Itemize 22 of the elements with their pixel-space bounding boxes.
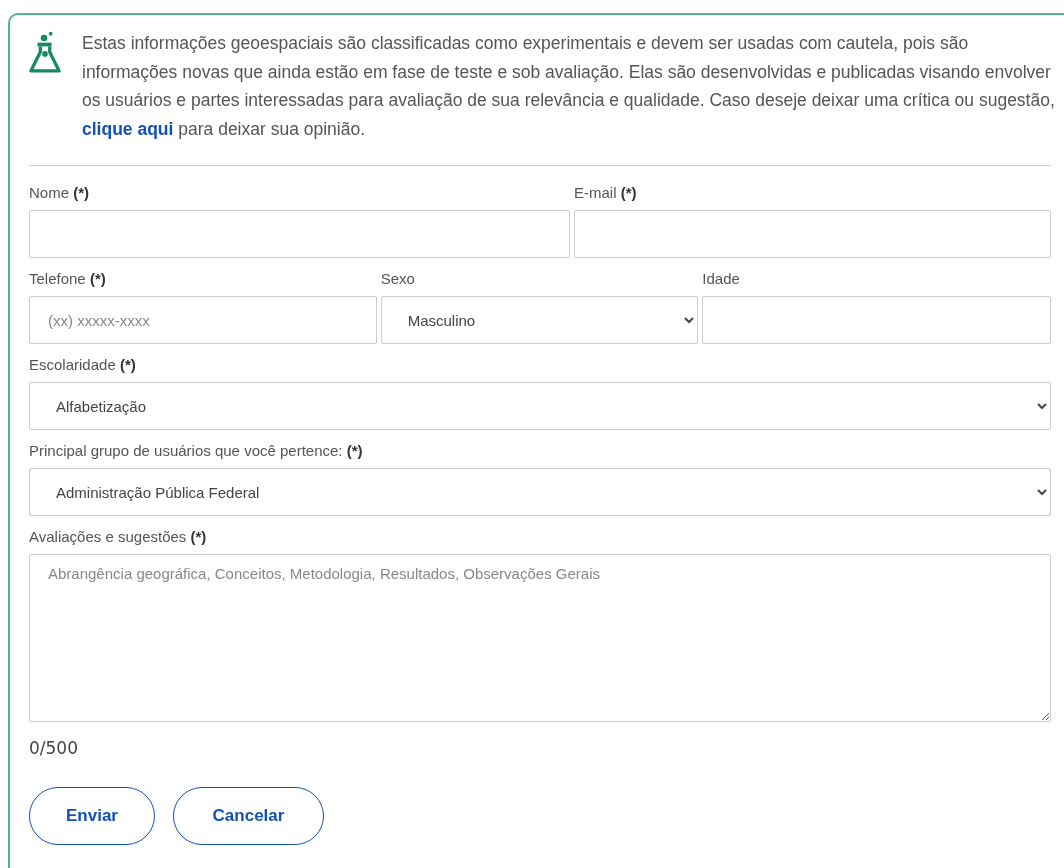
field-label: Principal grupo de usuários que você pertence: (*)	[29, 442, 363, 459]
field-label: Avaliações e sugestões (*)	[29, 528, 207, 545]
input-field[interactable]	[702, 296, 1051, 344]
field-label: Sexo	[380, 270, 415, 287]
dropdown[interactable]: Alfabetização	[29, 382, 1051, 430]
cancel-button[interactable]: Cancelar	[173, 787, 324, 845]
feedback-link[interactable]: clique aqui	[82, 118, 174, 139]
input-field[interactable]	[574, 210, 1051, 258]
input-field[interactable]	[29, 210, 570, 258]
dropdown[interactable]: Masculino	[380, 296, 699, 344]
input-field[interactable]: (xx) xxxxx-xxxx	[29, 296, 377, 344]
text-area[interactable]: Abrangência geográfica, Conceitos, Metodologia, Resultados, Observações Gerais	[29, 554, 1051, 722]
flask-icon	[29, 31, 61, 75]
field-label: Telefone (*)	[29, 270, 106, 287]
dropdown[interactable]: Administração Pública Federal	[29, 468, 1051, 516]
field-label: Nome (*)	[29, 184, 89, 201]
notice-text: Estas informações geoespaciais são classificadas como experimentais e devem ser usadas com cautela, pois são informações novas que ainda estão em fase de teste e sob avaliação. Elas são desenvolvidas e publicadas visando envolver os usuários e partes interessadas para avaliação de sua relevância e qualidade. Caso deseje deixar uma crítica ou sugestão, clique aqui para deixar sua opinião.	[82, 32, 1055, 141]
field-label: E-mail (*)	[574, 184, 637, 201]
submit-button[interactable]: Enviar	[29, 787, 155, 845]
field-label: Idade	[702, 270, 740, 287]
character-counter: 0/500	[29, 738, 78, 758]
field-label: Escolaridade (*)	[29, 356, 136, 373]
